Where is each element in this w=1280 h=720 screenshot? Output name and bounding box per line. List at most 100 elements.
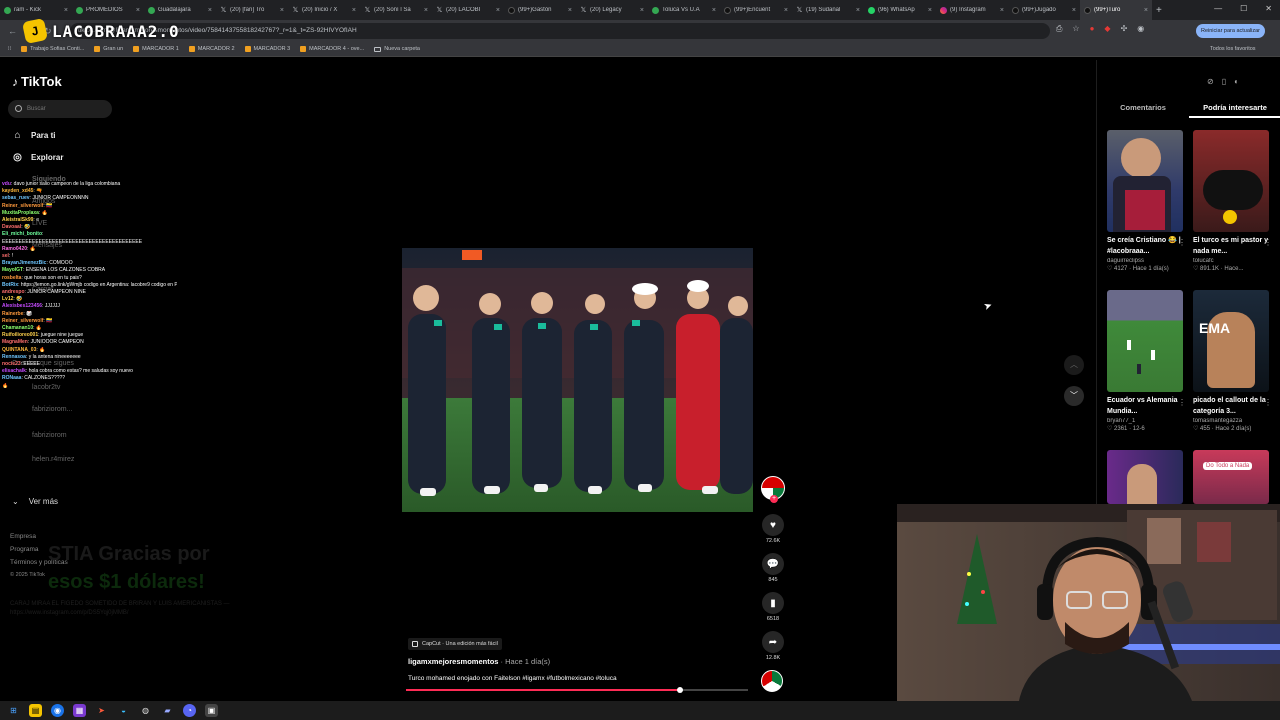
- close-tab-icon[interactable]: ×: [712, 7, 716, 14]
- bookmark-item[interactable]: MARCADOR 1: [133, 46, 179, 52]
- chat-username[interactable]: Rainerbe: [2, 311, 23, 317]
- bookmark-item[interactable]: Trabajo Sofias Conti...: [21, 46, 84, 52]
- start-icon[interactable]: ⊞: [7, 704, 20, 717]
- see-more-button[interactable]: ⌄ Ver más: [12, 497, 58, 506]
- bookmark-item[interactable]: MARCADOR 4 - ove...: [300, 46, 364, 52]
- url-field[interactable]: tiktok.com/@ligamxmejoresmomentos/video/…: [70, 23, 1050, 39]
- notes-icon[interactable]: ▰: [161, 704, 174, 717]
- more-options-icon[interactable]: ⋮: [1264, 398, 1272, 407]
- puzzle-icon[interactable]: ✣: [1121, 24, 1128, 34]
- profile-avatar-icon[interactable]: ◐: [1234, 77, 1239, 86]
- browser-tab[interactable]: (99+)Jugado ×: [1008, 0, 1080, 20]
- bookmark-star-icon[interactable]: ☆: [1072, 24, 1079, 34]
- close-tab-icon[interactable]: ×: [136, 7, 140, 14]
- close-tab-icon[interactable]: ×: [64, 7, 68, 14]
- browser-tab[interactable]: (99+)Turo ×: [1080, 0, 1152, 20]
- browser-tab[interactable]: 𝕏 (20) Inicio / X ×: [288, 0, 360, 20]
- chat-username[interactable]: nocie23: [2, 361, 21, 367]
- suggested-video-card[interactable]: Do Todo a Nada: [1193, 450, 1269, 504]
- music-avatar[interactable]: [761, 670, 783, 692]
- follow-plus-icon[interactable]: +: [770, 495, 778, 503]
- close-tab-icon[interactable]: ×: [496, 7, 500, 14]
- extension-icon[interactable]: ◆: [1104, 24, 1110, 34]
- browser-tab[interactable]: ram - Kick ×: [0, 0, 72, 20]
- close-tab-icon[interactable]: ×: [856, 7, 860, 14]
- more-options-icon[interactable]: ⋮: [1178, 238, 1186, 247]
- comment-button[interactable]: 💬 845: [760, 553, 786, 583]
- bookmark-item[interactable]: MARCADOR 3: [244, 46, 290, 52]
- chat-username[interactable]: MuxitaProplaxa: [2, 210, 39, 216]
- video-author[interactable]: ligamxmejoresmomentos · Hace 1 día(s): [408, 657, 550, 666]
- like-button[interactable]: ♥ 72.6K: [760, 514, 786, 544]
- chat-username[interactable]: Reiner_silverwolf: [2, 203, 43, 209]
- chat-username[interactable]: Ramo0420: [2, 246, 27, 252]
- followed-account[interactable]: fabriziorom...: [32, 406, 72, 413]
- suggested-video-card[interactable]: Ecuador vs Alemania Mundia... bryan77_1 …: [1107, 290, 1186, 432]
- discord-icon[interactable]: ◔: [183, 704, 196, 717]
- apps-icon[interactable]: ⁞⁞: [8, 46, 11, 52]
- new-tab-icon[interactable]: +: [1156, 5, 1162, 16]
- phone-icon[interactable]: ▯: [1222, 77, 1226, 86]
- share-button[interactable]: ➦ 12.8K: [760, 631, 786, 661]
- tab-comentarios[interactable]: Comentarios: [1097, 100, 1189, 118]
- chat-username[interactable]: Davoaal: [2, 224, 21, 230]
- suggested-video-card[interactable]: El turco es mi pastor y nada me... toluc…: [1193, 130, 1272, 272]
- browser-tab[interactable]: 𝕏 (20) LACOBI ×: [432, 0, 504, 20]
- browser-tab[interactable]: (9) Instagram ×: [936, 0, 1008, 20]
- more-options-icon[interactable]: ⋮: [1178, 398, 1186, 407]
- close-tab-icon[interactable]: ×: [424, 7, 428, 14]
- suggested-video-card[interactable]: EMA picado el callout de la categoría 3.…: [1193, 290, 1272, 432]
- chat-username[interactable]: AleistralSk99: [2, 217, 33, 223]
- video-progress-bar[interactable]: [406, 687, 748, 693]
- close-tab-icon[interactable]: ×: [568, 7, 572, 14]
- chat-username[interactable]: MayolGT: [2, 267, 23, 273]
- install-icon[interactable]: ⎙: [1056, 24, 1062, 34]
- browser-tab[interactable]: 𝕏 (20) Soní l Sa ×: [360, 0, 432, 20]
- close-tab-icon[interactable]: ×: [784, 7, 788, 14]
- close-tab-icon[interactable]: ×: [1144, 7, 1148, 14]
- tiktok-logo[interactable]: ♪ TikTok: [12, 74, 62, 89]
- author-avatar-button[interactable]: +: [760, 476, 786, 503]
- app-icon[interactable]: ▣: [205, 704, 218, 717]
- followed-account[interactable]: fabriziorom: [32, 432, 67, 439]
- close-tab-icon[interactable]: ×: [928, 7, 932, 14]
- tab-podria-interesarte[interactable]: Podría interesarte: [1189, 100, 1280, 118]
- close-tab-icon[interactable]: ×: [1000, 7, 1004, 14]
- minimize-icon[interactable]: —: [1214, 4, 1222, 13]
- chat-username[interactable]: Lv12: [2, 296, 13, 302]
- chat-username[interactable]: BotRix: [2, 282, 18, 288]
- save-button[interactable]: ▮ 6518: [760, 592, 786, 622]
- chat-username[interactable]: Alexisbes123456: [2, 303, 42, 309]
- browser-tab[interactable]: 𝕏 (20) [fan] Tro ×: [216, 0, 288, 20]
- update-button[interactable]: Reiniciar para actualizar: [1196, 24, 1265, 38]
- more-options-icon[interactable]: ⋮: [1264, 238, 1272, 247]
- chat-username[interactable]: sel: [2, 253, 9, 259]
- chrome-icon[interactable]: ◉: [51, 704, 64, 717]
- bookmark-item[interactable]: Nueva carpeta: [374, 46, 420, 52]
- edge-icon[interactable]: ◒: [117, 704, 130, 717]
- followed-account[interactable]: helen.r4mirez: [32, 456, 74, 463]
- extension-icon[interactable]: ●: [1090, 24, 1095, 34]
- close-tab-icon[interactable]: ×: [208, 7, 212, 14]
- bookmark-item[interactable]: Gran un: [94, 46, 123, 52]
- browser-tab[interactable]: (96) WhatsAp ×: [864, 0, 936, 20]
- suggested-video-card[interactable]: [1107, 450, 1183, 504]
- file-explorer-icon[interactable]: ▤: [29, 704, 42, 717]
- close-tab-icon[interactable]: ×: [352, 7, 356, 14]
- capcut-badge[interactable]: CapCut · Una edición más fácil: [408, 638, 502, 650]
- obs-icon[interactable]: ◍: [139, 704, 152, 717]
- chat-username[interactable]: andrespo: [2, 289, 25, 295]
- browser-tab[interactable]: (99+)Gastón ×: [504, 0, 576, 20]
- video-player[interactable]: [402, 248, 753, 512]
- settings-icon[interactable]: ⊘: [1207, 77, 1214, 86]
- chat-username[interactable]: elisachalk: [2, 368, 26, 374]
- chat-username[interactable]: rosbelta: [2, 275, 21, 281]
- all-bookmarks[interactable]: Todos los favoritos: [1210, 46, 1256, 52]
- profile-icon[interactable]: ◉: [1137, 24, 1144, 34]
- chat-username[interactable]: QUINTANA_03: [2, 347, 36, 353]
- close-tab-icon[interactable]: ×: [640, 7, 644, 14]
- nav-explorar[interactable]: ◎ Explorar: [12, 152, 63, 163]
- chat-username[interactable]: BrayanJimenezBic: [2, 260, 46, 266]
- chat-username[interactable]: Reiner_silverwolf: [2, 318, 43, 324]
- close-window-icon[interactable]: ✕: [1265, 4, 1272, 13]
